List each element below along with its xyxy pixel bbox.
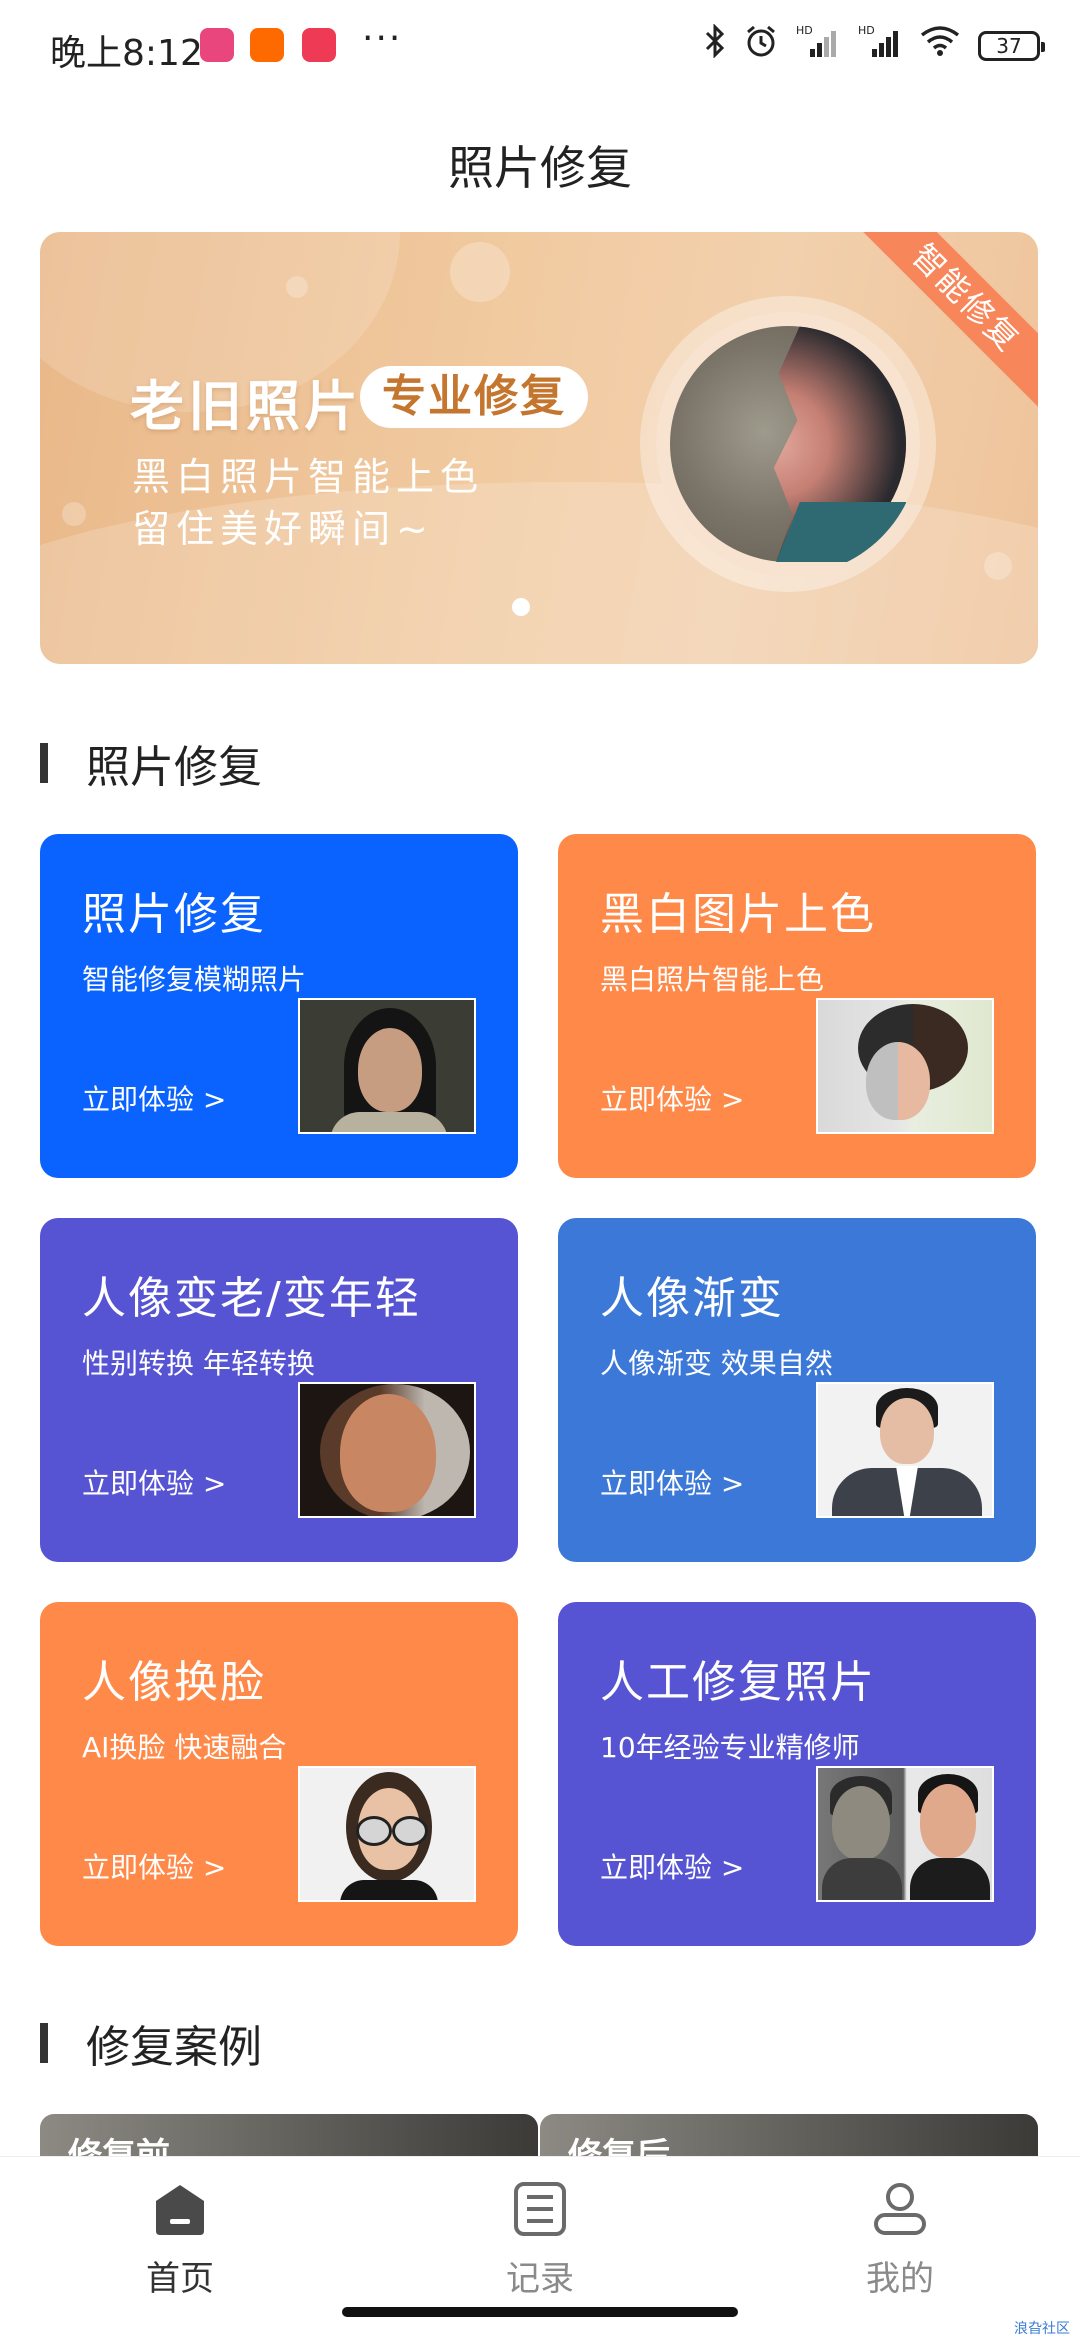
card-age-transform[interactable]: 人像变老/变年轻 性别转换 年轻转换 立即体验 > — [40, 1218, 518, 1562]
banner-pager-dot — [512, 598, 530, 616]
banner-bubble — [286, 276, 308, 298]
card-cta-link[interactable]: 立即体验 > — [82, 1846, 226, 1886]
notification-app-icon — [200, 28, 234, 62]
banner-bubble — [62, 502, 86, 526]
card-title: 黑白图片上色 — [600, 889, 876, 940]
card-title: 人像变老/变年轻 — [82, 1273, 421, 1324]
card-cta-link[interactable]: 立即体验 > — [600, 1462, 744, 1502]
nav-profile[interactable]: 我的 — [800, 2181, 1000, 2300]
card-subtitle: 性别转换 年轻转换 — [82, 1347, 315, 1380]
card-portrait-morph[interactable]: 人像渐变 人像渐变 效果自然 立即体验 > — [558, 1218, 1036, 1562]
banner-subtitle-line1: 黑白照片智能上色 — [132, 455, 485, 499]
card-subtitle: 10年经验专业精修师 — [600, 1731, 860, 1764]
card-cta-link[interactable]: 立即体验 > — [82, 1462, 226, 1502]
card-thumbnail — [298, 1382, 476, 1518]
card-thumbnail — [816, 1766, 994, 1902]
wifi-icon — [920, 25, 960, 68]
battery-icon: 37 — [978, 31, 1045, 61]
card-subtitle: 智能修复模糊照片 — [82, 963, 307, 996]
card-title: 人像换脸 — [82, 1657, 266, 1708]
card-cta-link[interactable]: 立即体验 > — [600, 1078, 744, 1118]
section-title: 修复案例 — [86, 2022, 262, 2073]
card-cta-link[interactable]: 立即体验 > — [82, 1078, 226, 1118]
banner-before-after-image — [656, 312, 920, 576]
person-icon — [872, 2181, 928, 2237]
banner-bubble — [450, 242, 510, 302]
card-title: 人像渐变 — [600, 1273, 784, 1324]
bluetooth-icon — [704, 22, 726, 69]
card-subtitle: 人像渐变 效果自然 — [600, 1347, 833, 1380]
mi-app-icon — [250, 28, 284, 62]
nav-records[interactable]: 记录 — [440, 2181, 640, 2300]
card-subtitle: 黑白照片智能上色 — [600, 963, 825, 996]
svg-text:HD: HD — [858, 24, 875, 37]
banner-bubble — [984, 552, 1012, 580]
home-icon — [152, 2181, 208, 2237]
document-icon — [512, 2181, 568, 2237]
nav-label: 首页 — [146, 2259, 214, 2299]
card-colorize[interactable]: 黑白图片上色 黑白照片智能上色 立即体验 > — [558, 834, 1036, 1178]
banner-subtitle-line2: 留住美好瞬间~ — [132, 507, 434, 551]
section-heading-cases: 修复案例 — [40, 2018, 262, 2073]
card-thumbnail — [298, 998, 476, 1134]
nav-label: 记录 — [506, 2259, 574, 2299]
card-photo-repair[interactable]: 照片修复 智能修复模糊照片 立即体验 > — [40, 834, 518, 1178]
card-thumbnail — [816, 1382, 994, 1518]
section-title: 照片修复 — [86, 742, 262, 793]
card-title: 人工修复照片 — [600, 1657, 876, 1708]
status-icons: HD HD 37 — [704, 22, 1045, 69]
status-bar: 晚上8:12 ··· HD HD 37 — [0, 0, 1080, 96]
tiktok-app-icon — [302, 28, 336, 62]
card-cta-link[interactable]: 立即体验 > — [600, 1846, 744, 1886]
card-face-swap[interactable]: 人像换脸 AI换脸 快速融合 立即体验 > — [40, 1602, 518, 1946]
card-manual-repair[interactable]: 人工修复照片 10年经验专业精修师 立即体验 > — [558, 1602, 1036, 1946]
page-title: 照片修复 — [448, 141, 632, 195]
hd-signal-icon: HD — [796, 23, 840, 70]
alarm-icon — [744, 24, 778, 69]
banner-pill: 专业修复 — [360, 366, 588, 428]
card-thumbnail — [298, 1766, 476, 1902]
card-title: 照片修复 — [82, 889, 266, 940]
section-heading-repair: 照片修复 — [40, 738, 262, 793]
status-time: 晚上8:12 — [50, 33, 203, 74]
hd-signal-icon: HD — [858, 23, 902, 70]
more-notifications-icon: ··· — [362, 18, 403, 59]
card-subtitle: AI换脸 快速融合 — [82, 1731, 287, 1764]
nav-home[interactable]: 首页 — [80, 2181, 280, 2300]
watermark: 浪旮社区 — [1014, 2321, 1070, 2337]
nav-label: 我的 — [866, 2259, 934, 2299]
promo-banner[interactable]: 老旧照片 专业修复 黑白照片智能上色 留住美好瞬间~ 智能修复 — [40, 232, 1038, 664]
svg-text:HD: HD — [796, 24, 813, 37]
banner-title: 老旧照片 — [130, 375, 362, 438]
gesture-home-bar[interactable] — [342, 2307, 738, 2317]
card-thumbnail — [816, 998, 994, 1134]
